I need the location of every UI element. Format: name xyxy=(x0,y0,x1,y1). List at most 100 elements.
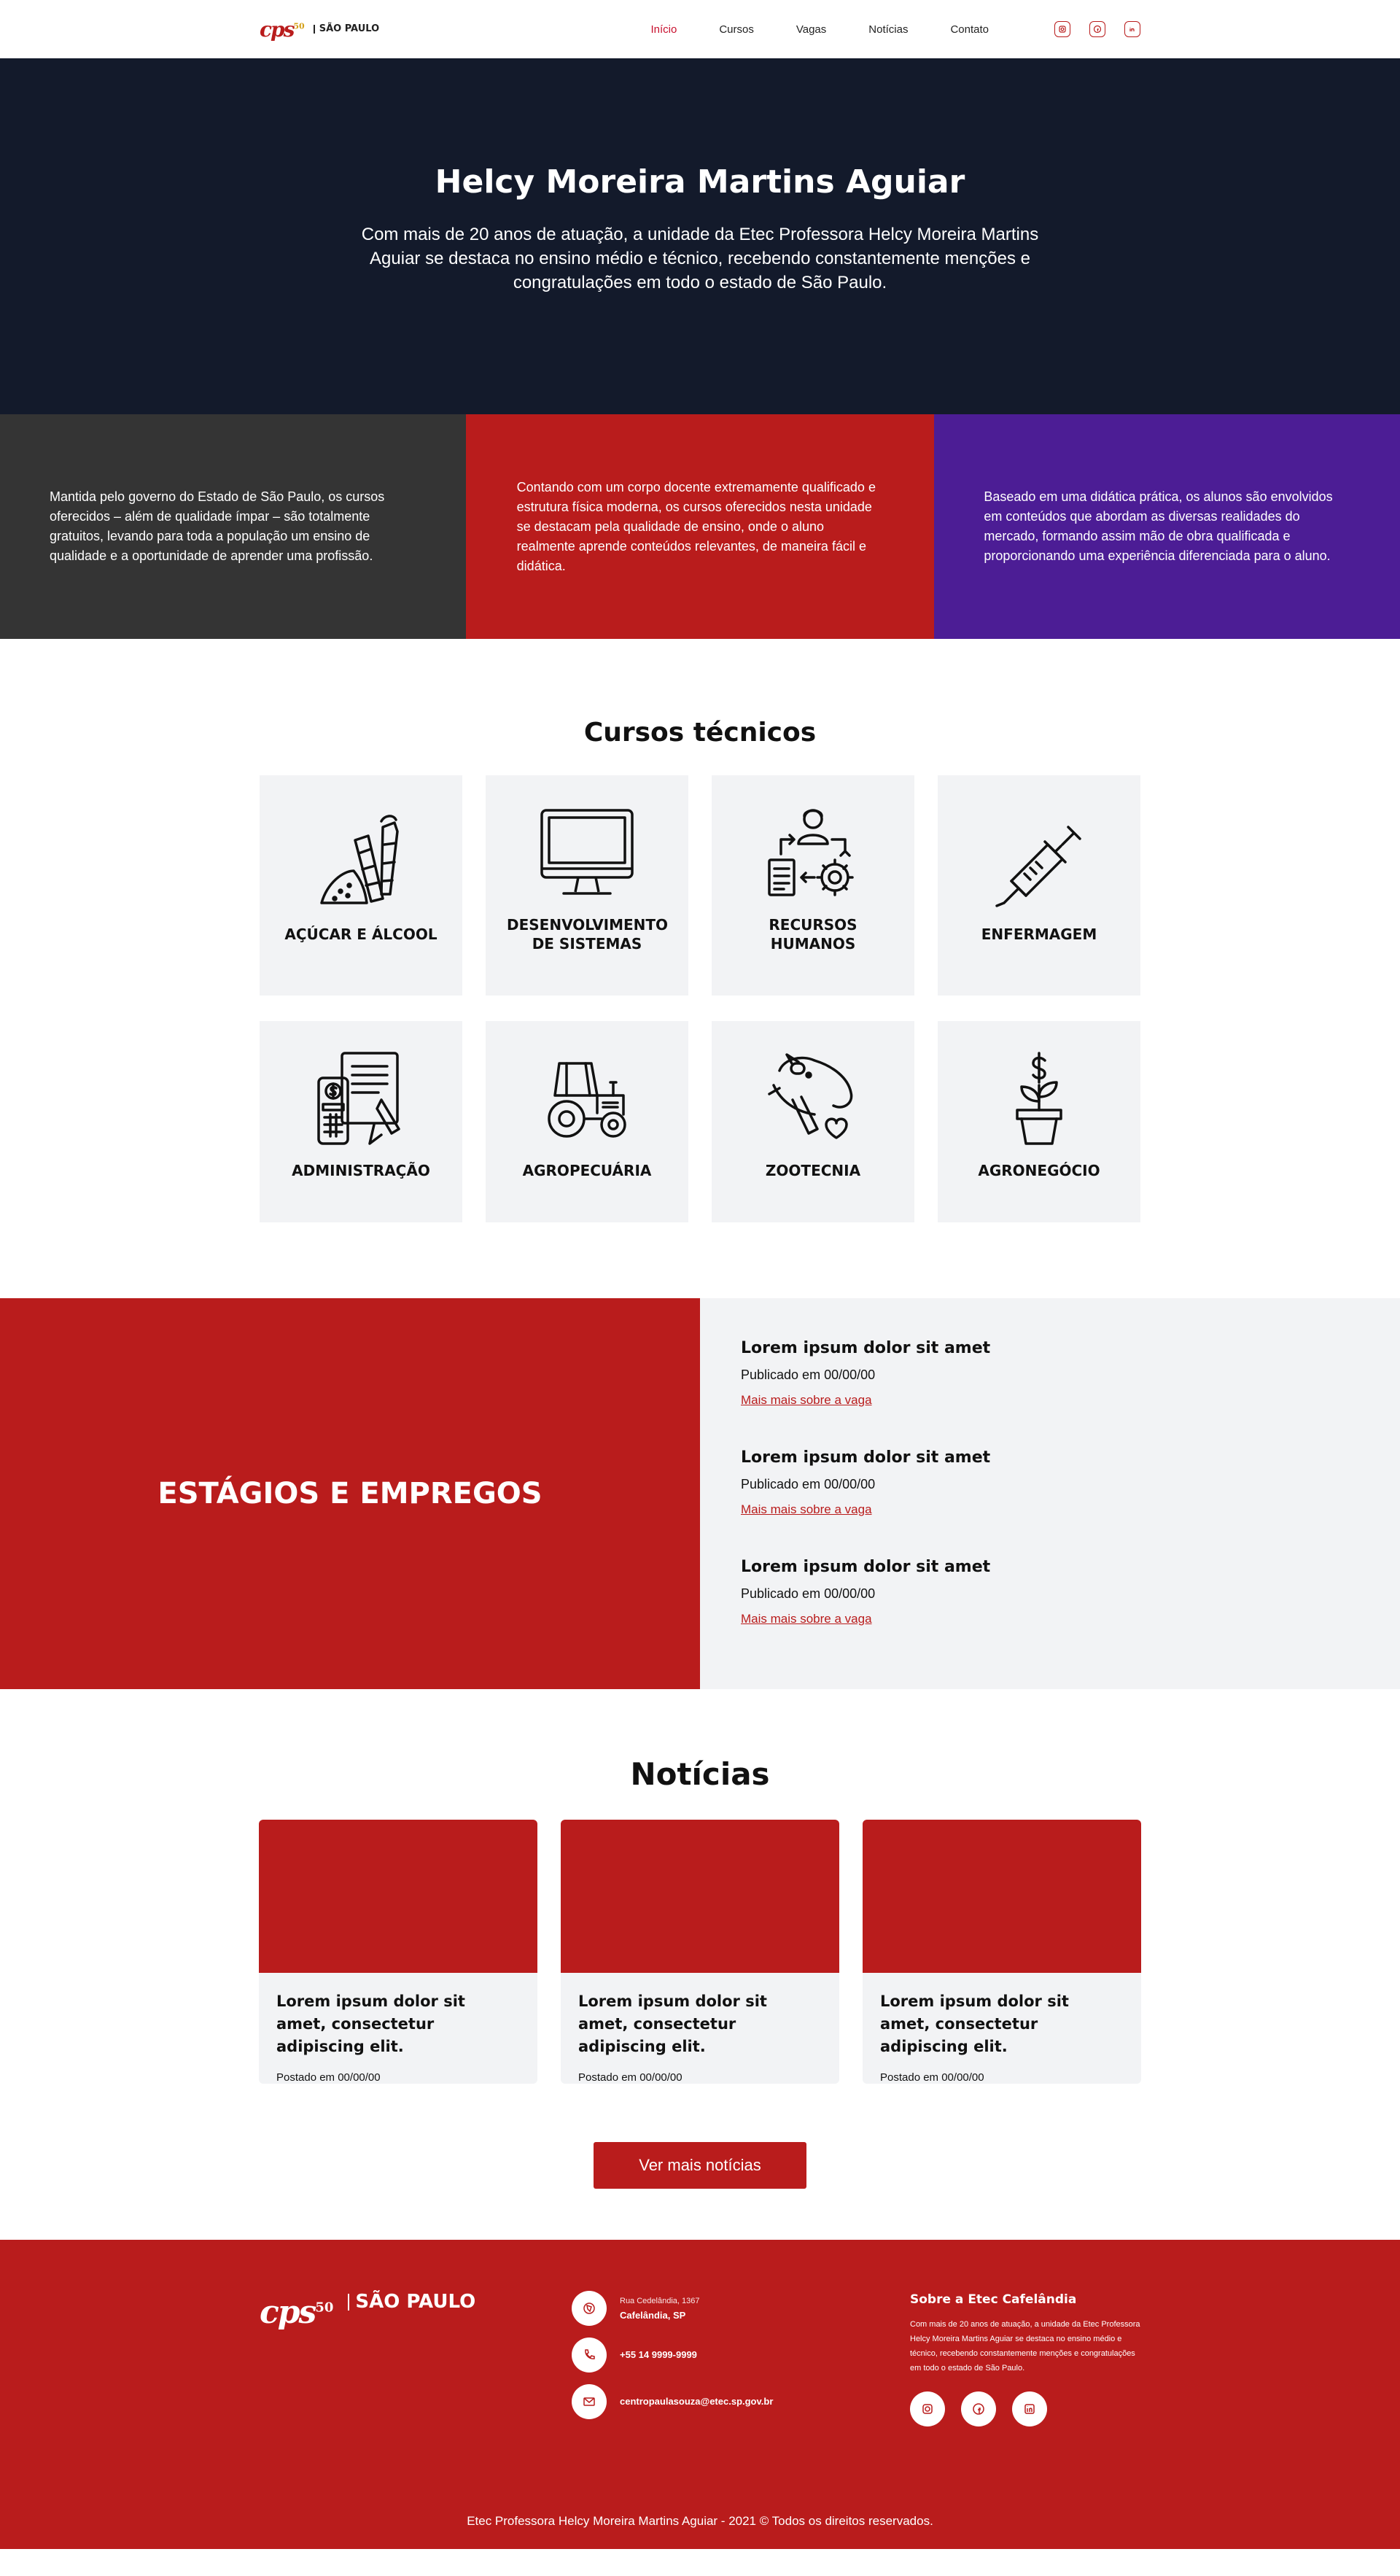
jobs-title: ESTÁGIOS E EMPREGOS xyxy=(158,1477,542,1510)
news-body: Lorem ipsum dolor sit amet, consectetur … xyxy=(863,1973,1141,2084)
nav-vagas[interactable]: Vagas xyxy=(796,23,826,36)
job-item: Lorem ipsum dolor sit amet Publicado em … xyxy=(741,1339,1359,1408)
more-news-button[interactable]: Ver mais notícias xyxy=(594,2142,806,2189)
course-card-enfermagem[interactable]: ENFERMAGEM xyxy=(938,775,1140,996)
job-date: Publicado em 00/00/00 xyxy=(741,1367,876,1382)
feature-card-quality: Contando com um corpo docente extremamen… xyxy=(465,414,935,639)
mail-icon xyxy=(572,2384,607,2419)
jobs-banner: ESTÁGIOS E EMPREGOS xyxy=(0,1298,700,1689)
facebook-icon[interactable] xyxy=(961,2391,996,2426)
course-card-agronegocio[interactable]: AGRONEGÓCIO xyxy=(938,1021,1140,1222)
news-card-date: Postado em 00/00/00 xyxy=(276,2071,381,2084)
phone-icon xyxy=(572,2338,607,2373)
job-date: Publicado em 00/00/00 xyxy=(741,1477,876,1491)
hero-title: Helcy Moreira Martins Aguiar xyxy=(435,163,965,201)
news-body: Lorem ipsum dolor sit amet, consectetur … xyxy=(259,1973,537,2084)
plant-money-icon xyxy=(1016,1052,1062,1145)
cps-logo: cps50 xyxy=(260,2294,334,2331)
instagram-icon[interactable] xyxy=(910,2391,945,2426)
course-label: AÇÚCAR E ÁLCOOL xyxy=(284,926,438,943)
course-label: ADMINISTRAÇÃO xyxy=(292,1162,430,1179)
phone-number[interactable]: +55 14 9999-9999 xyxy=(620,2348,697,2362)
job-item: Lorem ipsum dolor sit amet Publicado em … xyxy=(741,1448,1359,1517)
site-footer: cps50 SÃO PAULO Rua Cedelândia, 1367 Cafe… xyxy=(0,2240,1400,2549)
cps-logo: cps50 xyxy=(260,17,305,42)
course-card-administracao[interactable]: ADMINISTRAÇÃO xyxy=(260,1021,462,1222)
news-card-title: Lorem ipsum dolor sit amet, consectetur … xyxy=(276,1993,465,2055)
course-label: ZOOTECNIA xyxy=(765,1162,861,1179)
map-icon xyxy=(572,2291,607,2326)
nav-inicio[interactable]: Início xyxy=(650,23,677,36)
feature-text: Baseado em uma didática prática, os alun… xyxy=(984,489,1333,563)
news-body: Lorem ipsum dolor sit amet, consectetur … xyxy=(561,1973,839,2084)
news-grid: Lorem ipsum dolor sit amet, consectetur … xyxy=(0,1820,1400,2084)
course-card-desenvolvimento[interactable]: DESENVOLVIMENTO DE SISTEMAS xyxy=(486,775,688,996)
course-card-rh[interactable]: RECURSOS HUMANOS xyxy=(712,775,914,996)
job-link[interactable]: Mais mais sobre a vaga xyxy=(741,1612,872,1626)
course-card-zootecnia[interactable]: ZOOTECNIA xyxy=(712,1021,914,1222)
main-nav: Início Cursos Vagas Notícias Contato xyxy=(650,23,989,36)
job-title: Lorem ipsum dolor sit amet xyxy=(741,1448,991,1467)
site-header: cps50 SÃO PAULO Início Cursos Vagas Notí… xyxy=(0,0,1400,58)
news-card[interactable]: Lorem ipsum dolor sit amet, consectetur … xyxy=(259,1820,537,2084)
course-label: AGROPECUÁRIA xyxy=(522,1162,652,1179)
course-card-acucar[interactable]: AÇÚCAR E ÁLCOOL xyxy=(260,775,462,996)
news-card-date: Postado em 00/00/00 xyxy=(578,2071,682,2084)
monitor-icon xyxy=(540,809,634,895)
syringe-icon xyxy=(995,826,1081,907)
news-card-title: Lorem ipsum dolor sit amet, consectetur … xyxy=(880,1993,1069,2055)
news-image xyxy=(561,1820,839,1973)
linkedin-icon[interactable] xyxy=(1124,21,1140,37)
administration-icon xyxy=(317,1052,400,1145)
course-label: AGRONEGÓCIO xyxy=(978,1162,1100,1179)
features-section: Mantida pelo governo do Estado de São Pa… xyxy=(0,414,1400,639)
course-label: ENFERMAGEM xyxy=(981,926,1097,943)
about-section: Sobre a Etec Cafelândia Com mais de 20 a… xyxy=(910,2291,1140,2431)
job-title: Lorem ipsum dolor sit amet xyxy=(741,1558,991,1576)
sugarcane-icon xyxy=(320,815,399,904)
instagram-icon[interactable] xyxy=(1054,21,1070,37)
news-image xyxy=(863,1820,1141,1973)
job-date: Publicado em 00/00/00 xyxy=(741,1586,876,1601)
news-image xyxy=(259,1820,537,1973)
sao-paulo-logo: SÃO PAULO xyxy=(313,24,379,34)
course-card-agropecuaria[interactable]: AGROPECUÁRIA xyxy=(486,1021,688,1222)
header-social xyxy=(1054,21,1140,37)
footer-logo[interactable]: cps50 SÃO PAULO xyxy=(260,2291,572,2431)
news-section: Notícias Lorem ipsum dolor sit amet, con… xyxy=(0,1689,1400,2240)
news-card-title: Lorem ipsum dolor sit amet, consectetur … xyxy=(578,1993,767,2055)
about-text: Com mais de 20 anos de atuação, a unidad… xyxy=(910,2320,1140,2373)
course-grid: AÇÚCAR E ÁLCOOL DESENVOLVIMENTO DE SISTE… xyxy=(0,775,1400,1222)
course-label: DESENVOLVIMENTO DE SISTEMAS xyxy=(507,916,669,953)
about-title: Sobre a Etec Cafelândia xyxy=(910,2292,1077,2307)
hero-section: Helcy Moreira Martins Aguiar Com mais de… xyxy=(0,58,1400,414)
tractor-icon xyxy=(548,1062,626,1138)
feature-text: Contando com um corpo docente extremamen… xyxy=(516,479,876,573)
job-link[interactable]: Mais mais sobre a vaga xyxy=(741,1502,872,1516)
facebook-icon[interactable] xyxy=(1089,21,1105,37)
address-city: Cafelândia, SP xyxy=(620,2310,686,2321)
courses-title: Cursos técnicos xyxy=(583,718,817,748)
job-item: Lorem ipsum dolor sit amet Publicado em … xyxy=(741,1558,1359,1626)
hero-subtitle: Com mais de 20 anos de atuação, a unidad… xyxy=(361,225,1039,292)
contact-address: Rua Cedelândia, 1367 Cafelândia, SP xyxy=(572,2291,910,2326)
nav-noticias[interactable]: Notícias xyxy=(868,23,908,36)
feature-text: Mantida pelo governo do Estado de São Pa… xyxy=(50,489,385,563)
email-address[interactable]: centropaulasouza@etec.sp.gov.br xyxy=(620,2394,773,2409)
job-title: Lorem ipsum dolor sit amet xyxy=(741,1339,991,1357)
course-label: RECURSOS HUMANOS xyxy=(769,916,858,953)
contact-email: centropaulasouza@etec.sp.gov.br xyxy=(572,2384,910,2419)
hr-icon xyxy=(768,809,854,896)
logo[interactable]: cps50 SÃO PAULO xyxy=(260,18,379,42)
job-link[interactable]: Mais mais sobre a vaga xyxy=(741,1393,872,1407)
feature-card-practice: Baseado em uma didática prática, os alun… xyxy=(934,414,1400,639)
jobs-section: ESTÁGIOS E EMPREGOS Lorem ipsum dolor si… xyxy=(0,1298,1400,1689)
nav-contato[interactable]: Contato xyxy=(950,23,989,36)
news-card[interactable]: Lorem ipsum dolor sit amet, consectetur … xyxy=(863,1820,1141,2084)
news-title: Notícias xyxy=(630,1756,770,1792)
linkedin-icon[interactable] xyxy=(1012,2391,1047,2426)
address-street: Rua Cedelândia, 1367 xyxy=(620,2297,700,2305)
nav-cursos[interactable]: Cursos xyxy=(719,23,754,36)
news-card[interactable]: Lorem ipsum dolor sit amet, consectetur … xyxy=(561,1820,839,2084)
jobs-list: Lorem ipsum dolor sit amet Publicado em … xyxy=(700,1298,1400,1689)
